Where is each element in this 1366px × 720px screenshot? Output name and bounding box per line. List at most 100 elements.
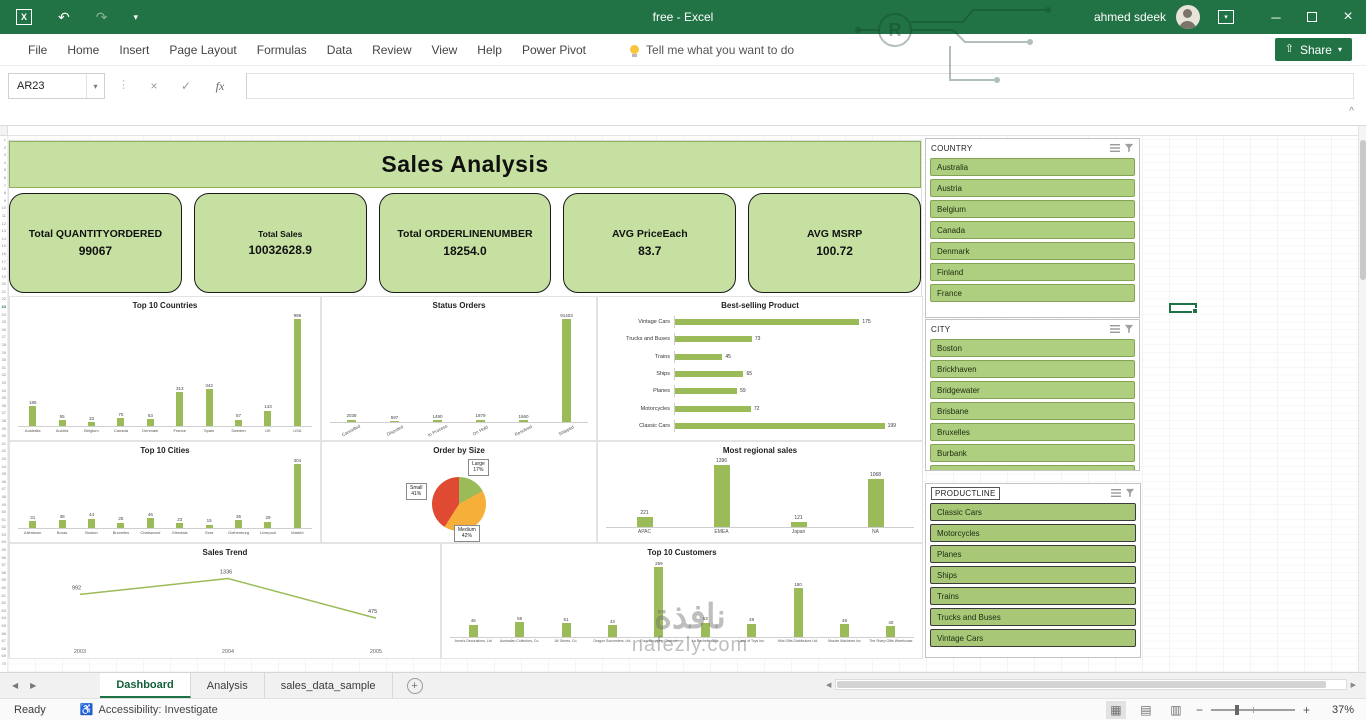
- slicer-item[interactable]: Boston: [930, 339, 1135, 357]
- row-header[interactable]: 17: [0, 258, 7, 266]
- row-header[interactable]: 44: [0, 463, 7, 471]
- column-header[interactable]: G: [170, 133, 197, 135]
- slicer-item[interactable]: Bridgewater: [930, 381, 1135, 399]
- column-header[interactable]: AN: [1061, 133, 1088, 135]
- row-header[interactable]: 50: [0, 508, 7, 516]
- row-header[interactable]: 62: [0, 599, 7, 607]
- kpi-card[interactable]: AVG PriceEach 83.7: [563, 193, 737, 293]
- ribbon-tab[interactable]: Insert: [109, 35, 159, 65]
- row-header[interactable]: 68: [0, 645, 7, 653]
- hscroll-track[interactable]: [835, 679, 1347, 690]
- column-header[interactable]: AF: [845, 133, 872, 135]
- collapse-ribbon-icon[interactable]: ^: [1349, 106, 1354, 117]
- row-header[interactable]: 66: [0, 630, 7, 638]
- minimize-button[interactable]: ─: [1258, 0, 1294, 34]
- chart-most-regional-sales[interactable]: Most regional sales 221 APAC 1396 EMEA 121 Ja…: [597, 441, 923, 543]
- close-button[interactable]: ×: [1330, 0, 1366, 34]
- chart-top10-customers[interactable]: Top 10 Customers 46 Anna's Decorations, L…: [441, 543, 923, 659]
- row-header[interactable]: 43: [0, 455, 7, 463]
- view-page-break-icon[interactable]: ▥: [1166, 701, 1186, 719]
- multiselect-icon[interactable]: [1111, 488, 1121, 498]
- share-button[interactable]: ⇧ Share ▾: [1274, 38, 1352, 61]
- column-header[interactable]: AP: [1115, 133, 1142, 135]
- column-header[interactable]: AS: [1196, 133, 1223, 135]
- row-header[interactable]: 52: [0, 523, 7, 531]
- column-header[interactable]: AB: [737, 133, 764, 135]
- column-header[interactable]: AK: [980, 133, 1007, 135]
- row-header[interactable]: 19: [0, 273, 7, 281]
- insert-function-icon[interactable]: fx: [206, 73, 234, 99]
- row-header[interactable]: 30: [0, 356, 7, 364]
- vertical-scrollbar[interactable]: [1358, 126, 1366, 672]
- column-header[interactable]: AV: [1277, 133, 1304, 135]
- avatar[interactable]: [1176, 5, 1200, 29]
- column-header[interactable]: C: [62, 133, 89, 135]
- clear-filter-icon[interactable]: [1124, 324, 1134, 334]
- kpi-card[interactable]: Total QUANTITYORDERED 99067: [9, 193, 182, 293]
- slicer-item[interactable]: Ships: [930, 566, 1136, 584]
- row-header[interactable]: 3: [0, 151, 7, 159]
- zoom-out-icon[interactable]: −: [1196, 703, 1203, 717]
- row-header[interactable]: 47: [0, 485, 7, 493]
- column-header[interactable]: J: [251, 133, 278, 135]
- column-header[interactable]: AO: [1088, 133, 1115, 135]
- column-header[interactable]: AR: [1169, 133, 1196, 135]
- undo-icon[interactable]: ↶: [58, 10, 70, 24]
- column-header[interactable]: I: [224, 133, 251, 135]
- column-header[interactable]: N: [359, 133, 386, 135]
- hscroll-left-icon[interactable]: ◀: [826, 681, 831, 689]
- select-all-corner[interactable]: [0, 126, 8, 136]
- column-header[interactable]: K: [278, 133, 305, 135]
- row-header[interactable]: 67: [0, 637, 7, 645]
- slicer-item[interactable]: Motorcycles: [930, 524, 1136, 542]
- slicer-item[interactable]: Bruxelles: [930, 423, 1135, 441]
- column-header[interactable]: AT: [1223, 133, 1250, 135]
- row-header[interactable]: 28: [0, 341, 7, 349]
- kpi-card[interactable]: Total ORDERLINENUMBER 18254.0: [378, 193, 552, 293]
- column-header[interactable]: R: [467, 133, 494, 135]
- accessibility-status[interactable]: ♿ Accessibility: Investigate: [80, 703, 218, 717]
- row-header[interactable]: 37: [0, 409, 7, 417]
- hscroll-thumb[interactable]: [837, 681, 1327, 688]
- row-header[interactable]: 35: [0, 394, 7, 402]
- chart-status-orders[interactable]: Status Orders 2038 Cancelled 597 Disputed 14…: [321, 296, 597, 441]
- tell-me-box[interactable]: Tell me what you want to do: [630, 43, 794, 57]
- row-header[interactable]: 6: [0, 174, 7, 182]
- column-header[interactable]: S: [494, 133, 521, 135]
- column-header[interactable]: E: [116, 133, 143, 135]
- slicer-item[interactable]: Trucks and Buses: [930, 608, 1136, 626]
- row-header[interactable]: 7: [0, 182, 7, 190]
- sheet-nav-left-icon[interactable]: ◀: [12, 681, 18, 690]
- row-header[interactable]: 18: [0, 265, 7, 273]
- name-box-caret-icon[interactable]: ▾: [86, 74, 104, 98]
- row-header[interactable]: 5: [0, 166, 7, 174]
- slicer-item[interactable]: Burbank: [930, 444, 1135, 462]
- slicer-item[interactable]: Finland: [930, 263, 1135, 281]
- slicer-item[interactable]: Classic Cars: [930, 503, 1136, 521]
- vertical-scrollbar-thumb[interactable]: [1360, 140, 1366, 280]
- row-header[interactable]: 31: [0, 364, 7, 372]
- row-header[interactable]: 49: [0, 501, 7, 509]
- column-header[interactable]: Z: [683, 133, 710, 135]
- ribbon-tab[interactable]: Page Layout: [159, 35, 246, 65]
- chart-order-by-size[interactable]: Order by Size Large 17% Medium 42% Small 41%: [321, 441, 597, 543]
- ribbon-tab[interactable]: Power Pivot: [512, 35, 596, 65]
- chart-top10-cities[interactable]: Top 10 Cities 31 Allentown 38 Boras 44 Boston…: [9, 441, 321, 543]
- column-header[interactable]: AH: [899, 133, 926, 135]
- row-header[interactable]: 23: [0, 303, 7, 311]
- row-header[interactable]: 69: [0, 652, 7, 660]
- ribbon-tab[interactable]: Help: [467, 35, 512, 65]
- row-header[interactable]: 10: [0, 204, 7, 212]
- horizontal-scrollbar[interactable]: ◀ ▶: [826, 677, 1356, 692]
- kpi-card[interactable]: Total Sales 10032628.9: [193, 193, 367, 293]
- excel-app-icon[interactable]: X: [16, 9, 32, 25]
- column-header[interactable]: AU: [1250, 133, 1277, 135]
- column-header[interactable]: L: [305, 133, 332, 135]
- column-headers[interactable]: ABCDEFGHIJKLMNOPQRSTUVWXYZAAABACADAEAFAG…: [8, 126, 1358, 136]
- ribbon-tab[interactable]: Data: [317, 35, 362, 65]
- zoom-slider[interactable]: [1210, 704, 1295, 715]
- sheet-nav-right-icon[interactable]: ▶: [30, 681, 36, 690]
- user-name[interactable]: ahmed sdeek: [1094, 10, 1166, 24]
- column-header[interactable]: A: [8, 133, 35, 135]
- column-header[interactable]: P: [413, 133, 440, 135]
